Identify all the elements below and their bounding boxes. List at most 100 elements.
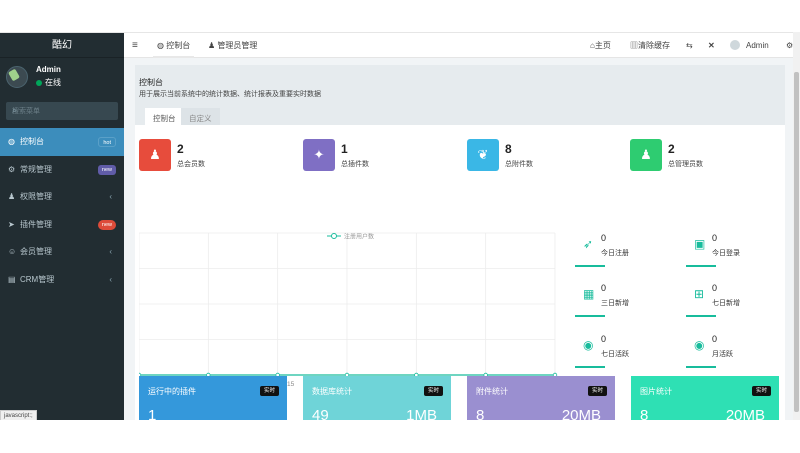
list-icon: ▤: [8, 274, 16, 284]
mini-stat-label: 七日活跃: [601, 351, 629, 358]
user-menu[interactable]: Admin: [730, 33, 769, 58]
leaf-icon: ❦: [467, 139, 499, 171]
user-status-text: 在线: [45, 78, 61, 87]
stat-value: 8: [505, 142, 512, 156]
mini-stat-value: 0: [601, 233, 607, 243]
new-badge: new: [97, 164, 116, 175]
user-circle-icon: ◉: [583, 338, 594, 352]
mini-stat-value: 0: [601, 334, 607, 344]
mini-stat-underline: [575, 366, 605, 368]
card-value-size: 1MB: [406, 407, 437, 420]
mini-stat-underline: [575, 315, 605, 317]
mini-stat-value: 0: [712, 334, 718, 344]
stat-label: 总插件数: [341, 161, 369, 168]
chevron-left-icon: ‹: [109, 192, 112, 201]
stat-label: 总管理员数: [668, 161, 703, 168]
sidebar-item-label: 插件管理: [20, 219, 52, 229]
mini-stat-three-day: ▦ 0 三日新增: [575, 281, 683, 331]
stat-value: 2: [177, 142, 184, 156]
card-title: 附件统计: [476, 387, 508, 396]
online-dot-icon: [36, 80, 42, 86]
user-menu-label: Admin: [746, 41, 769, 50]
card-title: 数据库统计: [312, 387, 352, 396]
language-icon[interactable]: ⇆: [686, 33, 693, 58]
user-icon: ♟: [630, 139, 662, 171]
home-link[interactable]: ⌂主页: [590, 33, 611, 58]
app-logo[interactable]: 酷幻: [0, 33, 124, 58]
mini-stat-underline: [686, 315, 716, 317]
realtime-badge: 实时: [423, 386, 443, 396]
tab-label: 管理员管理: [217, 41, 258, 50]
mini-stat-label: 月活跃: [712, 351, 733, 358]
fullscreen-icon[interactable]: ✕: [708, 33, 715, 58]
user-circle-icon: ☺: [8, 247, 17, 256]
id-card-icon: ▣: [694, 237, 706, 251]
top-navbar: ≡ ◍ 控制台 ♟ 管理员管理 ⌂主页 ▥清除缓存 ⇆ ✕ Admin ⚙: [124, 33, 800, 58]
mini-stat-label: 七日新增: [712, 300, 740, 307]
sidebar-item-auth[interactable]: ♟ 权限管理 ‹: [0, 183, 124, 211]
main-content: 控制台 用于展示当前系统中的统计数据、统计报表及重要实时数据 控制台 自定义 ♟…: [124, 58, 800, 420]
sidebar-item-addons[interactable]: ➤ 插件管理 new: [0, 211, 124, 239]
card-value: 1: [148, 407, 157, 420]
mini-stat-today-login: ▣ 0 今日登录: [686, 231, 794, 281]
sidebar-item-general[interactable]: ⚙ 常规管理 new: [0, 156, 124, 184]
panel-heading: 控制台 用于展示当前系统中的统计数据、统计报表及重要实时数据 控制台 自定义: [135, 65, 785, 129]
cogs-icon: ⚙: [8, 164, 16, 174]
realtime-badge: 实时: [259, 386, 279, 396]
search-icon[interactable]: ⌕: [12, 106, 111, 116]
browser-viewport: 酷幻 Admin 在线 搜索菜单 ⌕ ◍ 控制台 hot ⚙ 常规管理 new ♟ 权…: [0, 32, 800, 420]
sidebar-item-crm[interactable]: ▤ CRM管理 ‹: [0, 266, 124, 294]
stat-value: 2: [668, 142, 675, 156]
new-badge: new: [97, 219, 116, 230]
sidebar-search[interactable]: 搜索菜单 ⌕: [6, 102, 118, 120]
card-running-addons: 运行中的插件 实时 1: [139, 376, 287, 420]
mini-stat-month-active: ◉ 0 月活跃: [686, 332, 794, 382]
card-title: 运行中的插件: [148, 387, 196, 396]
calendar-icon: ▦: [583, 287, 595, 301]
mini-stat-underline: [575, 265, 605, 267]
calendar-plus-icon: ⊞: [694, 287, 705, 301]
trash-icon: ▥: [630, 41, 638, 50]
stat-label: 总附件数: [505, 161, 533, 168]
card-value: 8: [476, 407, 485, 420]
registration-line-chart: 注册用户数06-132024-06-142024-06-152024-06-16…: [139, 233, 559, 388]
dashboard-icon: ◍: [157, 41, 167, 50]
page-description: 用于展示当前系统中的统计数据、统计报表及重要实时数据: [139, 91, 321, 98]
sidebar-item-label: 会员管理: [20, 247, 52, 256]
card-attachments: 附件统计 实时 8 20MB: [467, 376, 615, 420]
sidebar-item-label: CRM管理: [20, 274, 55, 284]
user-status: 在线: [36, 77, 61, 88]
tab-admin[interactable]: ♟ 管理员管理: [208, 33, 257, 58]
legend-marker: [331, 233, 337, 239]
sidebar-item-dashboard[interactable]: ◍ 控制台 hot: [0, 128, 124, 156]
sidebar-item-label: 控制台: [20, 137, 44, 146]
sidebar-item-label: 常规管理: [20, 164, 52, 174]
legend-label: 注册用户数: [344, 233, 374, 241]
user-circle-icon: ◉: [694, 338, 705, 352]
hot-badge: hot: [98, 137, 116, 147]
mini-stat-value: 0: [712, 233, 718, 243]
scrollbar-thumb[interactable]: [794, 72, 799, 412]
home-label: 主页: [594, 41, 611, 50]
tab-dashboard[interactable]: ◍ 控制台: [152, 33, 195, 58]
users-icon: ♟: [139, 139, 171, 171]
card-value-size: 20MB: [561, 407, 601, 420]
chevron-left-icon: ‹: [109, 274, 112, 284]
card-value-size: 20MB: [725, 407, 765, 420]
tab-label: 控制台: [166, 41, 191, 50]
sidebar-item-members[interactable]: ☺ 会员管理 ‹: [0, 238, 124, 266]
mini-stat-label: 三日新增: [601, 300, 629, 307]
stat-value: 1: [341, 142, 348, 156]
sidebar-item-label: 权限管理: [20, 192, 52, 201]
card-value: 49: [312, 407, 329, 420]
avatar: [6, 66, 28, 88]
dashboard-icon: ◍: [8, 137, 15, 146]
menu-toggle-icon[interactable]: ≡: [132, 33, 138, 58]
page-title: 控制台: [139, 78, 163, 87]
clear-cache-button[interactable]: ▥清除缓存: [630, 33, 670, 58]
realtime-badge: 实时: [751, 386, 771, 396]
mini-stat-label: 今日登录: [712, 250, 740, 257]
user-icon: ♟: [208, 41, 218, 50]
page-scrollbar[interactable]: [793, 32, 800, 420]
realtime-badge: 实时: [587, 386, 607, 396]
